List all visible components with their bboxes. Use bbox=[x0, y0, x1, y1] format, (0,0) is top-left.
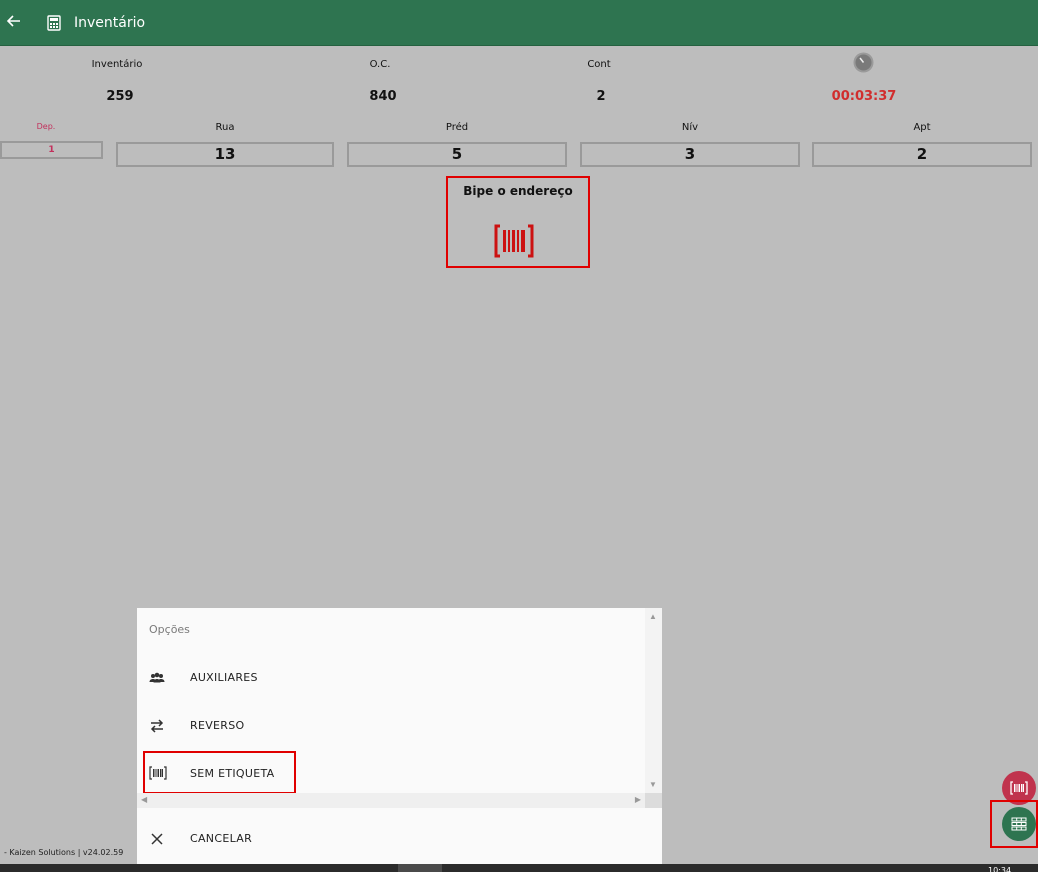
cont-value: 2 bbox=[596, 89, 606, 104]
menu-label-auxiliares: AUXILIARES bbox=[190, 671, 258, 684]
options-scroll-area[interactable]: Opções AUXILIARES REVERSO SEM ETIQUETA ▲… bbox=[137, 608, 662, 808]
taskbar-app-button[interactable] bbox=[398, 864, 442, 872]
taskbar bbox=[0, 864, 1038, 872]
footer-version: - Kaizen Solutions | v24.02.59 bbox=[4, 848, 124, 857]
sheet-title: Opções bbox=[149, 623, 190, 636]
horizontal-scrollbar[interactable]: ◀ ▶ bbox=[137, 793, 645, 808]
rua-label: Rua bbox=[215, 122, 235, 133]
scroll-down-icon[interactable]: ▼ bbox=[649, 780, 657, 789]
elapsed-timer: 00:03:37 bbox=[831, 89, 897, 104]
taskbar-clock: 10:34 bbox=[988, 866, 1012, 872]
people-icon bbox=[149, 670, 165, 686]
cancel-label: CANCELAR bbox=[190, 832, 253, 845]
apt-label: Apt bbox=[913, 122, 931, 133]
pred-field[interactable]: 5 bbox=[347, 142, 567, 167]
options-sheet: Opções AUXILIARES REVERSO SEM ETIQUETA ▲… bbox=[137, 608, 662, 872]
oc-value: 840 bbox=[369, 89, 397, 104]
grid-menu-icon bbox=[1011, 817, 1027, 831]
barcode-icon bbox=[1010, 781, 1028, 795]
scroll-left-icon[interactable]: ◀ bbox=[141, 795, 147, 804]
calculator-icon bbox=[47, 15, 61, 31]
clock-icon bbox=[853, 52, 874, 73]
dep-label: Dep. bbox=[36, 122, 56, 131]
barcode-icon bbox=[494, 224, 534, 258]
dep-field[interactable]: 1 bbox=[0, 141, 103, 159]
scan-prompt-text: Bipe o endereço bbox=[463, 184, 573, 198]
oc-label: O.C. bbox=[369, 59, 391, 70]
menu-item-auxiliares[interactable]: AUXILIARES bbox=[137, 658, 645, 698]
cont-label: Cont bbox=[587, 59, 611, 70]
sem-etiqueta-highlight bbox=[143, 751, 296, 794]
scan-address-prompt[interactable]: Bipe o endereço bbox=[446, 176, 590, 268]
app-bar: Inventário bbox=[0, 0, 1038, 46]
menu-fab-button[interactable] bbox=[1002, 807, 1036, 841]
menu-label-reverso: REVERSO bbox=[190, 719, 245, 732]
scrollbar-corner bbox=[645, 793, 662, 808]
inventario-value: 259 bbox=[106, 89, 134, 104]
page-title: Inventário bbox=[74, 15, 146, 31]
inventario-label: Inventário bbox=[91, 59, 143, 70]
menu-item-reverso[interactable]: REVERSO bbox=[137, 706, 645, 746]
niv-label: Nív bbox=[681, 122, 699, 133]
pred-label: Préd bbox=[445, 122, 469, 133]
niv-field[interactable]: 3 bbox=[580, 142, 800, 167]
swap-icon bbox=[149, 718, 165, 734]
apt-field[interactable]: 2 bbox=[812, 142, 1032, 167]
scroll-up-icon[interactable]: ▲ bbox=[649, 612, 657, 621]
scroll-right-icon[interactable]: ▶ bbox=[635, 795, 641, 804]
vertical-scrollbar[interactable]: ▲ ▼ bbox=[645, 608, 662, 793]
close-icon bbox=[149, 831, 165, 847]
arrow-left-icon[interactable] bbox=[4, 12, 24, 34]
cancel-button[interactable]: CANCELAR bbox=[137, 819, 662, 859]
rua-field[interactable]: 13 bbox=[116, 142, 334, 167]
